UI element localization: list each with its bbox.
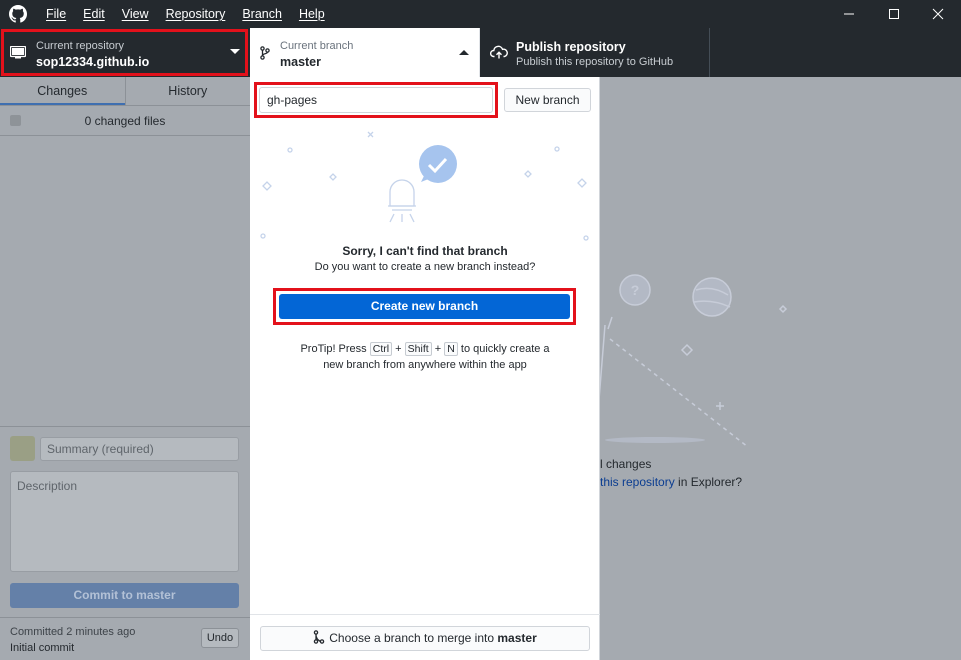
changed-files-header: 0 changed files bbox=[0, 106, 250, 136]
open-repository-link[interactable]: this repository bbox=[600, 475, 675, 489]
minimize-icon bbox=[844, 13, 854, 15]
close-button[interactable] bbox=[916, 0, 960, 28]
svg-text:?: ? bbox=[631, 282, 640, 298]
lightbulb-illustration-icon bbox=[260, 131, 589, 241]
publish-repository-button[interactable]: Publish repository Publish this reposito… bbox=[480, 28, 710, 77]
main-content: ? l changes this repository in Explorer? bbox=[600, 77, 961, 660]
git-merge-icon bbox=[314, 630, 325, 644]
protip-suffix: new branch from anywhere within the app bbox=[323, 359, 527, 371]
commit-panel: Summary (required) Description Commit to… bbox=[0, 426, 250, 660]
current-branch-label: Current branch bbox=[280, 40, 354, 52]
planet-illustration-icon: ? bbox=[600, 274, 788, 447]
chevron-up-icon bbox=[459, 50, 469, 55]
key-plus: + bbox=[395, 343, 402, 355]
menu-branch[interactable]: Branch bbox=[242, 7, 282, 21]
commit-button[interactable]: Commit to master bbox=[10, 583, 239, 608]
git-branch-icon bbox=[260, 46, 270, 60]
minimize-button[interactable] bbox=[827, 0, 871, 28]
key-ctrl: Ctrl bbox=[369, 342, 393, 356]
maximize-icon bbox=[889, 9, 899, 19]
key-shift: Shift bbox=[404, 342, 432, 356]
toolbar: Current repository sop12334.github.io Cu… bbox=[0, 28, 961, 77]
changes-sidebar: Changes History 0 changed files Summary … bbox=[0, 77, 250, 660]
tab-history[interactable]: History bbox=[124, 77, 251, 105]
branch-not-found-title: Sorry, I can't find that branch bbox=[342, 244, 508, 258]
create-new-branch-button[interactable]: Create new branch bbox=[279, 294, 570, 319]
commit-button-branch: master bbox=[136, 588, 176, 602]
menu-edit[interactable]: Edit bbox=[83, 7, 105, 21]
github-logo-icon bbox=[9, 5, 27, 23]
menu-file[interactable]: File bbox=[46, 7, 66, 21]
description-input[interactable]: Description bbox=[10, 471, 239, 572]
protip-middle: to quickly create a bbox=[460, 343, 550, 355]
last-commit-message: Initial commit bbox=[10, 642, 75, 654]
tab-changes[interactable]: Changes bbox=[0, 77, 125, 105]
current-branch-button[interactable]: Current branch master bbox=[250, 28, 480, 77]
new-branch-button[interactable]: New branch bbox=[504, 88, 591, 112]
current-repository-name: sop12334.github.io bbox=[36, 55, 150, 69]
protip-prefix: ProTip! Press bbox=[300, 343, 367, 355]
no-changes-text: l changes bbox=[600, 457, 652, 471]
open-explorer-text: this repository in Explorer? bbox=[600, 475, 742, 489]
choose-merge-branch-button[interactable]: Choose a branch to merge into master bbox=[260, 626, 590, 651]
cloud-upload-icon bbox=[490, 45, 508, 59]
changed-files-count: 0 changed files bbox=[84, 114, 166, 128]
publish-repository-subtitle: Publish this repository to GitHub bbox=[516, 56, 674, 68]
commit-button-label: Commit to bbox=[73, 588, 137, 602]
current-branch-name: master bbox=[280, 55, 321, 69]
publish-repository-title: Publish repository bbox=[516, 40, 626, 54]
open-explorer-suffix: in Explorer? bbox=[674, 475, 743, 489]
undo-button[interactable]: Undo bbox=[201, 628, 239, 648]
computer-icon bbox=[10, 46, 26, 59]
branch-dropdown: gh-pages New branch Sorry, I can't find … bbox=[250, 77, 600, 660]
current-repository-button[interactable]: Current repository sop12334.github.io bbox=[0, 28, 250, 77]
merge-target-branch: master bbox=[497, 631, 537, 645]
close-icon bbox=[932, 8, 944, 20]
key-n: N bbox=[444, 342, 458, 356]
protip-text: ProTip! Press Ctrl + Shift + N to quickl… bbox=[250, 341, 600, 373]
menu-repository[interactable]: Repository bbox=[166, 7, 226, 21]
key-plus: + bbox=[434, 343, 442, 355]
branch-not-found-subtitle: Do you want to create a new branch inste… bbox=[314, 261, 536, 273]
current-repository-label: Current repository bbox=[36, 40, 125, 52]
title-bar: File Edit View Repository Branch Help bbox=[0, 0, 961, 28]
last-commit-info: Committed 2 minutes ago Initial commit U… bbox=[0, 617, 250, 660]
merge-label: Choose a branch to merge into bbox=[329, 631, 495, 645]
merge-bar: Choose a branch to merge into master bbox=[250, 614, 600, 660]
maximize-button[interactable] bbox=[872, 0, 916, 28]
last-commit-time: Committed 2 minutes ago bbox=[10, 626, 136, 638]
sidebar-tabs: Changes History bbox=[0, 77, 250, 106]
menu-bar: File Edit View Repository Branch Help bbox=[46, 0, 342, 28]
chevron-down-icon bbox=[230, 49, 240, 54]
avatar bbox=[10, 436, 35, 461]
summary-input[interactable]: Summary (required) bbox=[40, 437, 239, 461]
menu-help[interactable]: Help bbox=[299, 7, 325, 21]
menu-view[interactable]: View bbox=[122, 7, 149, 21]
branch-filter-input[interactable]: gh-pages bbox=[259, 87, 493, 113]
